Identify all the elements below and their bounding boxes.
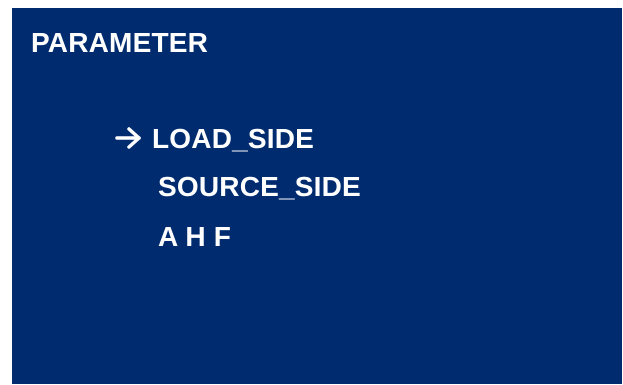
arrow-right-icon — [115, 127, 141, 149]
menu-item-label: LOAD_SIDE — [152, 123, 315, 154]
menu-item-load-side[interactable]: LOAD_SIDE — [114, 123, 314, 155]
menu-item-ahf[interactable]: A H F — [158, 221, 231, 253]
parameter-menu: LOAD_SIDE SOURCE_SIDE A H F — [12, 8, 622, 384]
menu-item-label: A H F — [158, 221, 232, 252]
menu-item-source-side[interactable]: SOURCE_SIDE — [158, 171, 361, 203]
parameter-screen: PARAMETER LOAD_SIDE SOURCE_SIDE A H F — [12, 8, 622, 384]
menu-item-label: SOURCE_SIDE — [158, 171, 361, 202]
